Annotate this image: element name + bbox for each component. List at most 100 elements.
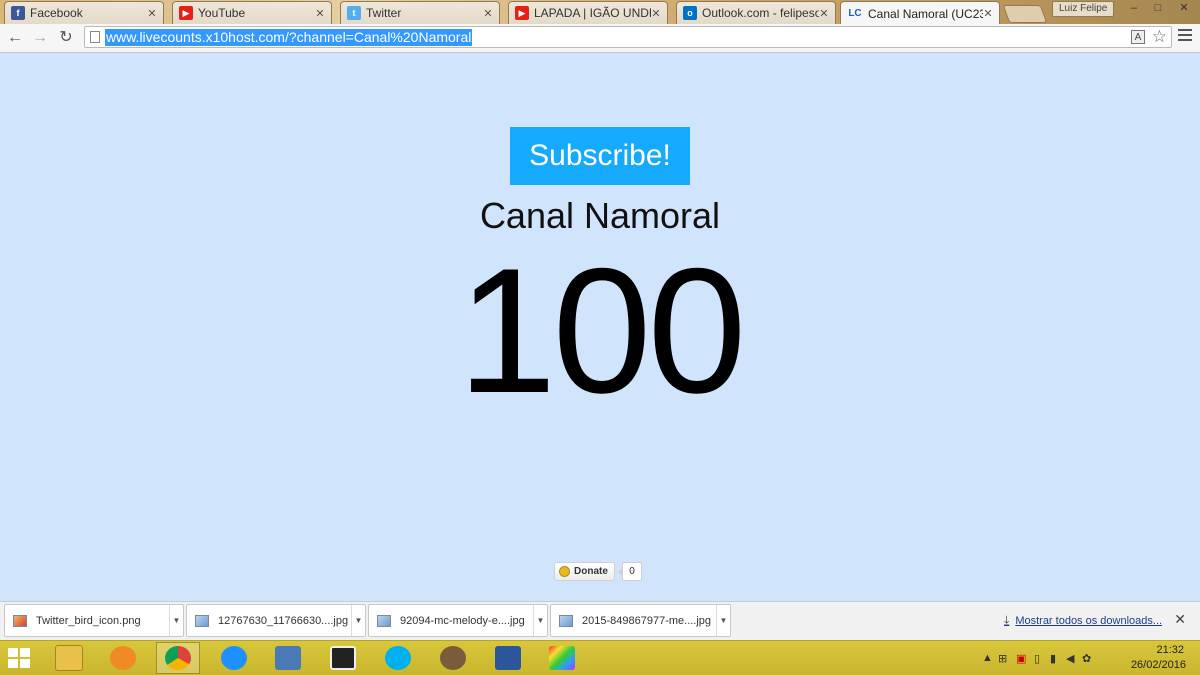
clock-date[interactable]: 26/02/2016 <box>1131 659 1186 671</box>
system-tray: ▲ ⊞ ▣ ▯ ▮ ◀ ✿ 21:32 26/02/2016 <box>960 641 1200 675</box>
chevron-down-icon[interactable]: ▼ <box>169 605 183 636</box>
show-all-downloads-link[interactable]: ⤓ Mostrar todos os downloads... <box>1004 613 1162 628</box>
battery-icon[interactable]: ▯ <box>1034 652 1040 665</box>
taskbar-control-panel[interactable] <box>266 642 310 674</box>
taskbar-skype[interactable] <box>376 642 420 674</box>
file-explorer-icon <box>55 645 83 671</box>
tab-label: LAPADA | IGÃO UNDERG <box>534 6 651 20</box>
clock-time[interactable]: 21:32 <box>1156 644 1184 656</box>
page-icon <box>90 31 100 43</box>
new-tab-button[interactable] <box>1002 5 1048 23</box>
image-file-icon <box>13 614 27 627</box>
internet-explorer-icon <box>221 646 247 670</box>
tab-youtube[interactable]: ▶ YouTube ✕ <box>172 1 332 24</box>
taskbar-file-explorer[interactable] <box>47 642 91 674</box>
close-icon[interactable]: ✕ <box>1174 611 1186 628</box>
subscriber-count: 100 <box>457 231 747 430</box>
chrome-icon <box>165 646 191 670</box>
download-item[interactable]: 92094-mc-melody-e....jpg ▼ <box>368 604 548 637</box>
donate-button[interactable]: Donate <box>554 562 615 581</box>
livecounts-icon: LC <box>848 8 862 19</box>
youtube-icon: ▶ <box>515 6 529 20</box>
download-item[interactable]: 2015-849867977-me....jpg ▼ <box>550 604 731 637</box>
taskbar-image-viewer[interactable] <box>540 642 584 674</box>
subscribe-button[interactable]: Subscribe! <box>510 127 690 185</box>
start-button[interactable] <box>8 648 32 668</box>
coin-icon <box>559 566 570 577</box>
tab-canal-namoral[interactable]: LC Canal Namoral (UC23hpJ ✕ <box>840 1 1000 24</box>
donate-label: Donate <box>574 566 608 577</box>
maximize-button[interactable]: □ <box>1146 0 1170 16</box>
minimize-button[interactable]: – <box>1122 0 1146 16</box>
address-bar[interactable]: www.livecounts.x10host.com/?channel=Cana… <box>84 26 1172 48</box>
download-filename: 2015-849867977-me....jpg <box>582 614 712 627</box>
windows-taskbar: ▲ ⊞ ▣ ▯ ▮ ◀ ✿ 21:32 26/02/2016 <box>0 640 1200 675</box>
tab-label: Outlook.com - felipesouz <box>702 6 819 20</box>
image-file-icon <box>195 614 209 627</box>
twitter-icon: t <box>347 6 361 20</box>
outlook-icon: o <box>683 6 697 20</box>
download-item[interactable]: Twitter_bird_icon.png ▼ <box>4 604 184 637</box>
tab-label: Twitter <box>366 6 402 20</box>
chevron-down-icon[interactable]: ▼ <box>716 605 730 636</box>
image-file-icon <box>559 614 573 627</box>
movie-maker-icon <box>330 646 356 670</box>
skype-icon <box>385 646 411 670</box>
settings-icon[interactable]: ✿ <box>1082 652 1091 665</box>
close-icon[interactable]: ✕ <box>315 7 325 20</box>
download-filename: Twitter_bird_icon.png <box>36 614 141 627</box>
translate-icon[interactable]: A <box>1131 30 1145 44</box>
close-icon[interactable]: ✕ <box>483 7 493 20</box>
tab-facebook[interactable]: f Facebook ✕ <box>4 1 164 24</box>
screen-recorder-icon <box>440 646 466 670</box>
back-button[interactable]: ← <box>5 28 25 48</box>
close-icon[interactable]: ✕ <box>983 7 993 20</box>
chevron-down-icon[interactable]: ▼ <box>533 605 547 636</box>
bookmark-star-icon[interactable]: ☆ <box>1152 27 1167 47</box>
windows-icon[interactable]: ⊞ <box>998 652 1007 665</box>
close-icon[interactable]: ✕ <box>819 7 829 20</box>
page-content: Subscribe! Canal Namoral 100 Donate 0 <box>0 53 1200 601</box>
menu-icon[interactable] <box>1178 29 1192 44</box>
tab-label: Canal Namoral (UC23hpJ <box>868 6 983 21</box>
show-all-downloads-label: Mostrar todos os downloads... <box>1015 614 1163 627</box>
tab-label: Facebook <box>30 6 83 20</box>
tab-twitter[interactable]: t Twitter ✕ <box>340 1 500 24</box>
network-error-icon[interactable]: ▣ <box>1016 652 1026 665</box>
chevron-down-icon[interactable]: ▼ <box>351 605 365 636</box>
close-window-button[interactable]: ✕ <box>1172 0 1196 16</box>
signal-icon[interactable]: ▮ <box>1050 652 1056 665</box>
media-player-icon <box>110 646 136 670</box>
volume-icon[interactable]: ◀ <box>1066 652 1074 665</box>
forward-button[interactable]: → <box>30 28 50 48</box>
image-viewer-icon <box>549 646 575 670</box>
download-shelf: Twitter_bird_icon.png ▼ 12767630_1176663… <box>0 601 1200 640</box>
chevron-up-icon[interactable]: ▲ <box>982 652 993 664</box>
reload-button[interactable]: ↻ <box>56 28 76 48</box>
download-filename: 12767630_11766630....jpg <box>218 614 349 627</box>
close-icon[interactable]: ✕ <box>147 7 157 20</box>
taskbar-internet-explorer[interactable] <box>212 642 256 674</box>
taskbar-movie-maker[interactable] <box>321 642 365 674</box>
download-item[interactable]: 12767630_11766630....jpg ▼ <box>186 604 366 637</box>
close-icon[interactable]: ✕ <box>651 7 661 20</box>
url-text[interactable]: www.livecounts.x10host.com/?channel=Cana… <box>105 29 473 46</box>
donate-count: 0 <box>618 562 642 581</box>
taskbar-screen-recorder[interactable] <box>431 642 475 674</box>
taskbar-chrome[interactable] <box>156 642 200 674</box>
youtube-icon: ▶ <box>179 6 193 20</box>
facebook-icon: f <box>11 6 25 20</box>
word-icon <box>495 646 521 670</box>
tab-outlook[interactable]: o Outlook.com - felipesouz ✕ <box>676 1 836 24</box>
tab-strip: f Facebook ✕ ▶ YouTube ✕ t Twitter ✕ ▶ L… <box>0 0 1200 24</box>
image-file-icon <box>377 614 391 627</box>
download-filename: 92094-mc-melody-e....jpg <box>400 614 525 627</box>
browser-toolbar: ← → ↻ www.livecounts.x10host.com/?channe… <box>0 24 1200 53</box>
tab-lapada[interactable]: ▶ LAPADA | IGÃO UNDERG ✕ <box>508 1 668 24</box>
profile-button[interactable]: Luiz Felipe <box>1052 1 1115 17</box>
download-icon: ⤓ <box>1004 613 1010 627</box>
taskbar-word[interactable] <box>486 642 530 674</box>
control-panel-icon <box>275 646 301 670</box>
tab-label: YouTube <box>198 6 246 20</box>
taskbar-media-player[interactable] <box>101 642 145 674</box>
